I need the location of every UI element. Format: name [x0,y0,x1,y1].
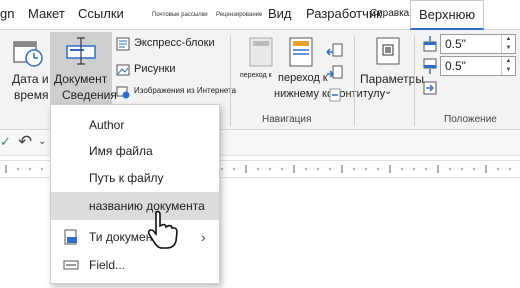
ribbon-separator-options [414,36,415,126]
pictures-label: Рисунки [134,63,176,75]
go-to-footer-label-1: переход к [278,72,328,84]
tab-help[interactable]: Справка [370,0,409,30]
online-pictures-button[interactable]: Изображения из Интернета [116,84,236,100]
submenu-arrow-icon: › [201,229,206,245]
hand-cursor-icon [147,210,178,249]
tab-design[interactable]: gn [0,0,14,30]
next-arrow-icon [327,65,343,79]
link-icon [329,88,341,102]
tab-review[interactable]: Рецензирование [216,0,262,30]
document-info-menu: Author Имя файла Путь к файлу названию д… [50,104,220,284]
header-position-stepper[interactable]: ▲ ▼ [501,35,515,53]
previous-section-button[interactable] [326,42,344,60]
chevron-down-icon: ⌄ [384,86,393,97]
footer-position-stepper[interactable]: ▲ ▼ [501,57,515,75]
header-position-input[interactable]: 0.5" ▲ ▼ [440,34,516,54]
menu-item-file-name[interactable]: Имя файла [51,137,219,165]
field-icon [63,260,79,270]
header-position-icon [423,36,437,52]
document-info-label-1: Документ [54,72,108,86]
tab-header-footer[interactable]: Верхнюю [410,0,485,30]
date-time-label-1: Дата и [12,72,49,86]
document-info-icon [66,37,96,65]
menu-item-field[interactable]: Field... [51,251,219,279]
menu-item-file-name-label: Имя файла [89,144,153,158]
online-picture-icon [116,86,130,99]
tab-references[interactable]: Ссылки [78,0,124,30]
go-to-header-icon [249,37,273,67]
quick-parts-label: Экспресс-блоки [134,37,215,49]
save-status-icon[interactable]: ✓ [0,134,11,150]
undo-dropdown-icon[interactable]: ⌄ [38,134,48,150]
options-icon [376,37,400,65]
pictures-button[interactable]: Рисунки [116,62,196,80]
insert-alignment-tab-icon[interactable] [422,80,438,96]
position-group-label: Положение [444,114,497,125]
previous-arrow-icon [326,43,343,57]
go-to-header-label: переход к [240,72,272,79]
link-to-previous-button[interactable] [326,86,344,104]
menu-item-document-title[interactable]: названию документа [51,192,219,220]
ribbon-separator-insert [230,36,231,126]
go-to-footer-icon [289,37,313,67]
quick-parts-icon [116,37,130,51]
next-section-button[interactable] [326,64,344,82]
quick-parts-button[interactable]: Экспресс-блоки [116,36,226,54]
menu-item-field-label: Field... [89,258,126,272]
options-button[interactable]: Параметры ⌄ [360,34,424,106]
menu-item-document-property[interactable]: Ти документов › [51,223,219,251]
picture-icon [116,64,130,76]
menu-item-file-path-label: Путь к файлу [89,171,164,185]
tab-view[interactable]: Вид [268,0,292,30]
ribbon-separator-navigation [354,36,355,126]
document-property-icon [64,229,77,245]
online-pictures-label: Изображения из Интернета [134,86,237,95]
header-position-value: 0.5" [445,37,466,51]
footer-position-value: 0.5" [445,59,466,73]
document-info-label-2: Сведения [62,88,117,102]
menu-item-author-label: Author [89,118,125,132]
go-to-footer-button[interactable]: переход к нижнему колонтитулу [274,34,385,104]
menu-item-author[interactable]: Author [51,111,219,139]
footer-position-input[interactable]: 0.5" ▲ ▼ [440,56,516,76]
undo-icon[interactable]: ↶ [18,132,34,152]
tab-layout[interactable]: Макет [28,0,65,30]
footer-position-icon [423,58,437,74]
calendar-clock-icon [13,41,43,67]
tab-mailings[interactable]: Почтовые рассылки [152,0,208,30]
date-time-label-2: время [14,88,49,102]
menu-item-file-path[interactable]: Путь к файлу [51,164,219,192]
navigation-group-label: Навигация [262,114,312,125]
